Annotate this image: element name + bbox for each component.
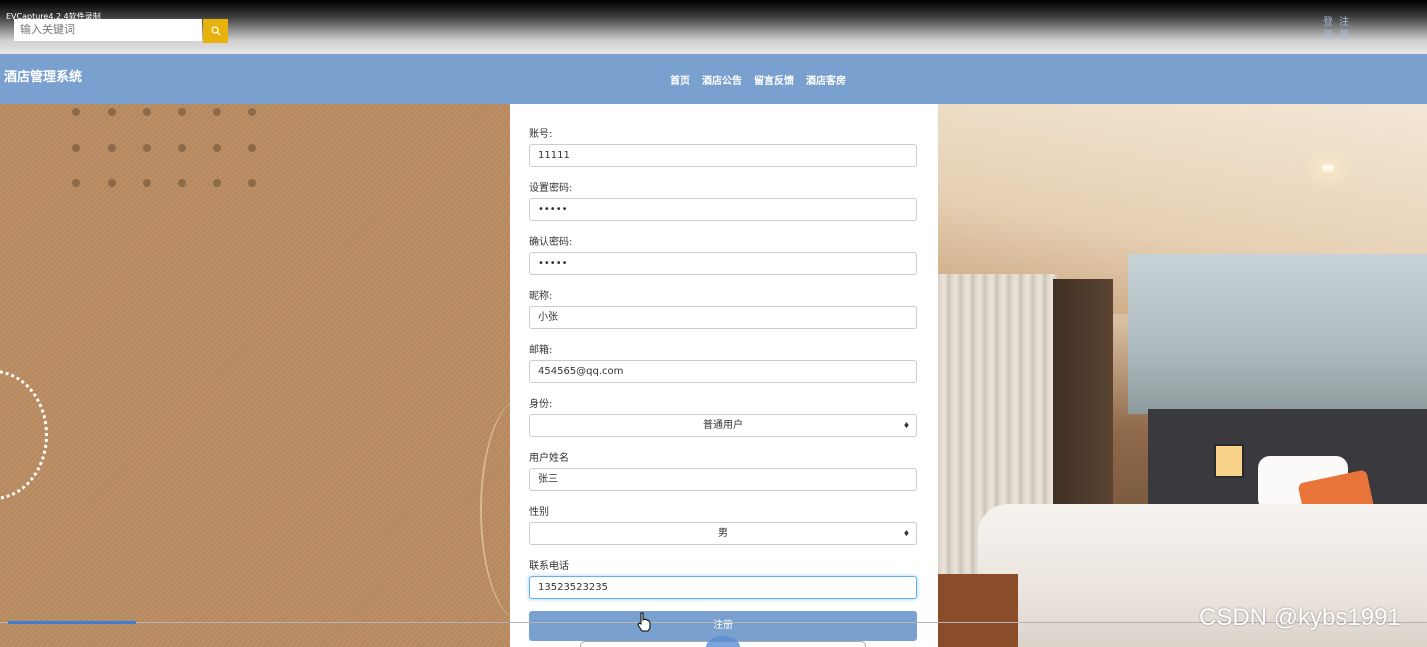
updown-caret-icon: ♦ bbox=[902, 529, 910, 538]
bedside-lamp bbox=[1214, 444, 1244, 478]
ceiling-light bbox=[1322, 164, 1334, 172]
decor-dot bbox=[72, 108, 80, 116]
decor-dot bbox=[108, 144, 116, 152]
phone-input[interactable]: 13523523235 bbox=[529, 576, 917, 599]
top-bar: EVCapture4.2.4软件录制 登录注册 bbox=[0, 0, 1427, 54]
updown-caret-icon: ♦ bbox=[902, 421, 910, 430]
decor-dot bbox=[213, 144, 221, 152]
wall-mural bbox=[1128, 254, 1427, 414]
left-background bbox=[0, 104, 510, 647]
account-label: 账号: bbox=[529, 129, 553, 140]
top-links: 登录注册 bbox=[1323, 16, 1363, 42]
confirm-password-label: 确认密码: bbox=[529, 237, 573, 248]
email-input[interactable]: 454565@qq.com bbox=[529, 360, 917, 383]
decor-dot bbox=[108, 108, 116, 116]
identity-label: 身份: bbox=[529, 399, 553, 410]
hand-pointer-icon bbox=[637, 612, 651, 632]
phone-label: 联系电话 bbox=[529, 561, 569, 572]
video-progress-fill bbox=[8, 621, 136, 624]
register-link[interactable]: 注册 bbox=[1339, 16, 1353, 42]
hotel-room-image bbox=[938, 104, 1427, 647]
email-label: 邮箱: bbox=[529, 345, 553, 356]
confirm-password-input[interactable]: ••••• bbox=[529, 252, 917, 275]
decor-dot bbox=[213, 108, 221, 116]
real-name-label: 用户姓名 bbox=[529, 453, 569, 464]
login-link[interactable]: 登录 bbox=[1323, 16, 1337, 42]
password-input[interactable]: ••••• bbox=[529, 198, 917, 221]
search-icon bbox=[210, 26, 220, 36]
decor-dot bbox=[248, 108, 256, 116]
decor-dot bbox=[248, 179, 256, 187]
gender-select-value: 男 bbox=[718, 528, 728, 539]
decor-dot bbox=[178, 179, 186, 187]
nickname-label: 昵称: bbox=[529, 291, 553, 302]
nav-item-rooms[interactable]: 酒店客房 bbox=[806, 72, 846, 87]
decor-dot bbox=[143, 108, 151, 116]
decor-dot bbox=[72, 179, 80, 187]
real-name-input[interactable]: 张三 bbox=[529, 468, 917, 491]
gender-select[interactable]: 男 ♦ bbox=[529, 522, 917, 545]
room-floor bbox=[938, 574, 1018, 647]
nav-links: 首页 酒店公告 留言反馈 酒店客房 bbox=[670, 72, 846, 87]
decor-dot bbox=[143, 179, 151, 187]
search-input[interactable] bbox=[14, 19, 202, 41]
nickname-input[interactable]: 小张 bbox=[529, 306, 917, 329]
register-form: 账号: 11111 设置密码: ••••• 确认密码: ••••• 昵称: 小张… bbox=[510, 104, 938, 647]
decor-dot bbox=[213, 179, 221, 187]
decor-dot bbox=[248, 144, 256, 152]
identity-select-value: 普通用户 bbox=[703, 420, 743, 431]
nav-item-announcements[interactable]: 酒店公告 bbox=[702, 72, 742, 87]
gender-label: 性别 bbox=[529, 507, 549, 518]
navbar: 酒店管理系统 首页 酒店公告 留言反馈 酒店客房 bbox=[0, 54, 1427, 104]
watermark: CSDN @kybs1991 bbox=[1199, 604, 1401, 631]
decor-dot bbox=[178, 108, 186, 116]
decor-dot bbox=[108, 179, 116, 187]
search-button[interactable] bbox=[203, 19, 228, 43]
password-label: 设置密码: bbox=[529, 183, 573, 194]
decor-dot bbox=[72, 144, 80, 152]
decor-dot bbox=[178, 144, 186, 152]
identity-select[interactable]: 普通用户 ♦ bbox=[529, 414, 917, 437]
nav-item-feedback[interactable]: 留言反馈 bbox=[754, 72, 794, 87]
account-input[interactable]: 11111 bbox=[529, 144, 917, 167]
decor-dot bbox=[143, 144, 151, 152]
brand-title[interactable]: 酒店管理系统 bbox=[4, 66, 82, 85]
nav-item-home[interactable]: 首页 bbox=[670, 72, 690, 87]
